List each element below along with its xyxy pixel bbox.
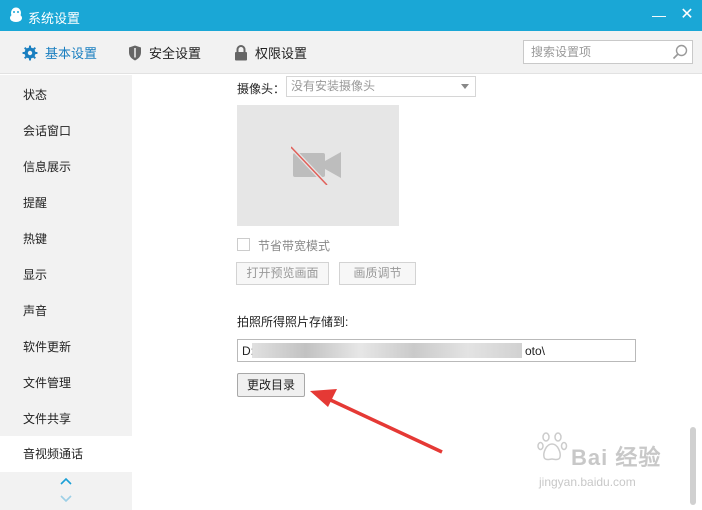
gear-icon bbox=[22, 45, 38, 60]
sidebar-item-hotkeys[interactable]: 热键 bbox=[0, 221, 132, 257]
sidebar-item-file-management[interactable]: 文件管理 bbox=[0, 365, 132, 401]
sidebar-item-label: 文件共享 bbox=[23, 412, 72, 426]
av-call-settings-panel: 摄像头： 没有安装摄像头 节省带宽模式 打开预览画面 画质调节 拍照所得照片存储… bbox=[132, 75, 702, 510]
minimize-button[interactable]: — bbox=[650, 6, 668, 24]
settings-sidebar: 状态 会话窗口 信息展示 提醒 热键 显示 声音 软件更新 文件管理 文件共享 … bbox=[0, 75, 132, 510]
vertical-scrollbar[interactable] bbox=[690, 427, 696, 505]
sidebar-item-label: 音视频通话 bbox=[23, 447, 84, 461]
sidebar-item-file-sharing[interactable]: 文件共享 bbox=[0, 401, 132, 437]
tab-label: 权限设置 bbox=[255, 46, 308, 61]
shield-icon bbox=[129, 45, 141, 60]
sidebar-item-software-update[interactable]: 软件更新 bbox=[0, 329, 132, 365]
sidebar-item-label: 会话窗口 bbox=[23, 124, 72, 138]
sidebar-item-display[interactable]: 显示 bbox=[0, 257, 132, 293]
window-title: 系统设置 bbox=[28, 11, 81, 26]
close-button[interactable]: ✕ bbox=[678, 6, 696, 24]
watermark-text: Bai 经验 bbox=[571, 445, 662, 470]
tab-permission-settings[interactable]: 权限设置 bbox=[234, 31, 307, 74]
sidebar-item-reminders[interactable]: 提醒 bbox=[0, 185, 132, 221]
tab-security-settings[interactable]: 安全设置 bbox=[128, 31, 201, 74]
sidebar-item-label: 热键 bbox=[23, 232, 48, 246]
tab-label: 安全设置 bbox=[149, 46, 202, 61]
sidebar-item-status[interactable]: 状态 bbox=[0, 77, 132, 113]
baidu-watermark: Bai 经验 jingyan.baidu.com bbox=[537, 430, 660, 489]
watermark-url: jingyan.baidu.com bbox=[539, 475, 636, 489]
sidebar-item-chat-window[interactable]: 会话窗口 bbox=[0, 113, 132, 149]
title-bar: 系统设置 — ✕ bbox=[0, 0, 702, 31]
tab-basic-settings[interactable]: 基本设置 bbox=[22, 31, 97, 74]
scroll-down-icon[interactable] bbox=[60, 493, 72, 503]
lock-icon bbox=[235, 44, 247, 60]
search-icon[interactable] bbox=[672, 44, 688, 60]
sidebar-item-label: 软件更新 bbox=[23, 340, 72, 354]
search-input[interactable] bbox=[524, 41, 670, 63]
qq-penguin-icon bbox=[10, 7, 22, 22]
tab-label: 基本设置 bbox=[45, 46, 98, 61]
sidebar-item-label: 声音 bbox=[23, 304, 48, 318]
settings-search bbox=[523, 40, 693, 64]
sidebar-item-av-call[interactable]: 音视频通话 bbox=[0, 436, 132, 472]
sidebar-item-info-display[interactable]: 信息展示 bbox=[0, 149, 132, 185]
settings-toolbar: 基本设置 安全设置 权限设置 bbox=[0, 31, 702, 74]
sidebar-item-label: 文件管理 bbox=[23, 376, 72, 390]
sidebar-item-sound[interactable]: 声音 bbox=[0, 293, 132, 329]
scroll-up-icon[interactable] bbox=[60, 476, 72, 486]
sidebar-item-label: 提醒 bbox=[23, 196, 48, 210]
sidebar-item-label: 信息展示 bbox=[23, 160, 72, 174]
sidebar-item-label: 状态 bbox=[23, 88, 48, 102]
sidebar-item-label: 显示 bbox=[23, 268, 48, 282]
paw-icon bbox=[537, 432, 568, 461]
